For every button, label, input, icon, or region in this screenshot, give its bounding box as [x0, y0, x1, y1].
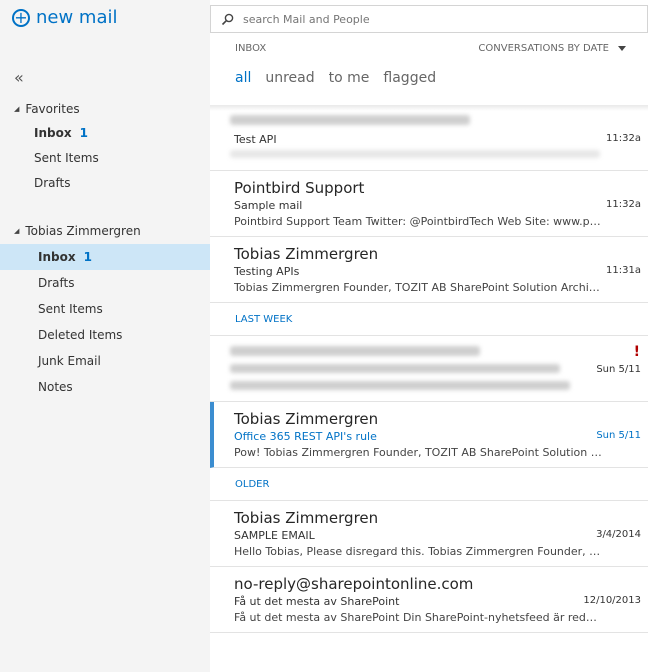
filter-unread[interactable]: unread [265, 70, 314, 86]
folder-label: Deleted Items [38, 328, 123, 342]
favorites-item-drafts[interactable]: Drafts [0, 170, 210, 196]
plus-circle-icon: + [12, 8, 30, 27]
message-preview: Tobias Zimmergren Founder, TOZIT AB Shar… [234, 281, 602, 294]
message-time: 11:32a [606, 133, 641, 144]
message-preview: Pow! Tobias Zimmergren Founder, TOZIT AB… [234, 446, 602, 459]
message-item-selected[interactable]: Tobias Zimmergren Office 365 REST API's … [210, 402, 648, 468]
importance-icon: ! [633, 344, 640, 360]
message-item[interactable]: Tobias Zimmergren SAMPLE EMAIL 3/4/2014 … [210, 501, 648, 567]
account-header[interactable]: ◢ Tobias Zimmergren [14, 224, 141, 238]
folder-label: Drafts [38, 276, 75, 290]
message-sender: Tobias Zimmergren [234, 245, 379, 263]
message-subject: Test API [234, 133, 277, 146]
collapse-pane-icon[interactable]: « [14, 68, 24, 87]
message-time: Sun 5/11 [596, 430, 641, 441]
sort-dropdown[interactable]: CONVERSATIONS BY DATE [478, 43, 626, 54]
folder-label: Drafts [34, 176, 71, 190]
chevron-down-icon [618, 46, 626, 51]
redacted-subject [230, 364, 560, 373]
message-item[interactable]: ! Sun 5/11 [210, 336, 648, 402]
message-subject: Office 365 REST API's rule [234, 430, 377, 443]
folder-item-drafts[interactable]: Drafts [0, 270, 210, 296]
message-preview: Få ut det mesta av SharePoint Din ShareP… [234, 611, 602, 624]
message-preview: Pointbird Support Team Twitter: @Pointbi… [234, 215, 602, 228]
favorites-label: Favorites [25, 102, 80, 116]
message-sender: no-reply@sharepointonline.com [234, 575, 474, 593]
search-icon[interactable] [221, 13, 241, 26]
section-header-older: OLDER [210, 468, 648, 501]
redacted-preview [230, 150, 600, 158]
folder-label: Sent Items [34, 151, 99, 165]
message-item[interactable]: Pointbird Support Sample mail 11:32a Poi… [210, 171, 648, 237]
message-preview: Hello Tobias, Please disregard this. Tob… [234, 545, 602, 558]
message-list: Test API 11:32a Pointbird Support Sample… [210, 105, 648, 633]
message-time: 3/4/2014 [596, 529, 641, 540]
folder-label: Notes [38, 380, 73, 394]
message-item[interactable]: Test API 11:32a [210, 105, 648, 171]
folder-label: Sent Items [38, 302, 103, 316]
folder-item-junk-email[interactable]: Junk Email [0, 348, 210, 374]
expand-triangle-icon: ◢ [14, 227, 20, 235]
folder-title: INBOX [235, 43, 267, 54]
message-time: 11:31a [606, 265, 641, 276]
expand-triangle-icon: ◢ [14, 105, 20, 113]
message-time: 11:32a [606, 199, 641, 210]
folder-item-deleted-items[interactable]: Deleted Items [0, 322, 210, 348]
sort-label: CONVERSATIONS BY DATE [478, 43, 609, 54]
folder-label: Inbox [38, 250, 76, 264]
message-time: 12/10/2013 [583, 595, 641, 606]
folder-item-notes[interactable]: Notes [0, 374, 210, 400]
folder-label: Junk Email [38, 354, 101, 368]
folder-label: Inbox [34, 126, 72, 140]
redacted-sender [230, 115, 470, 125]
section-header-last-week: LAST WEEK [210, 303, 648, 336]
favorites-item-inbox[interactable]: Inbox 1 [0, 120, 210, 146]
message-item[interactable]: Tobias Zimmergren Testing APIs 11:31a To… [210, 237, 648, 303]
search-input[interactable] [241, 11, 625, 27]
folder-item-sent-items[interactable]: Sent Items [0, 296, 210, 322]
filter-tabs: all unread to me flagged [235, 70, 450, 86]
folder-pane: + new mail « ◢ Favorites Inbox 1 Sent Ite… [0, 0, 210, 672]
message-subject: SAMPLE EMAIL [234, 529, 315, 542]
search-box[interactable] [210, 5, 648, 33]
redacted-preview [230, 381, 570, 390]
message-sender: Tobias Zimmergren [234, 410, 379, 428]
new-mail-button[interactable]: + new mail [12, 7, 118, 28]
message-list-pane: INBOX CONVERSATIONS BY DATE all unread t… [210, 0, 658, 672]
message-sender: Pointbird Support [234, 179, 365, 197]
account-label: Tobias Zimmergren [25, 224, 141, 238]
filter-flagged[interactable]: flagged [383, 70, 436, 86]
message-subject: Få ut det mesta av SharePoint [234, 595, 400, 608]
favorites-item-sent-items[interactable]: Sent Items [0, 145, 210, 171]
message-sender: Tobias Zimmergren [234, 509, 379, 527]
folder-item-inbox[interactable]: Inbox 1 [0, 244, 210, 270]
redacted-sender [230, 346, 480, 356]
filter-to-me[interactable]: to me [329, 70, 370, 86]
unread-count: 1 [79, 126, 88, 140]
message-subject: Sample mail [234, 199, 303, 212]
new-mail-label: new mail [36, 7, 118, 28]
message-time: Sun 5/11 [596, 364, 641, 375]
favorites-header[interactable]: ◢ Favorites [14, 102, 80, 116]
message-item[interactable]: no-reply@sharepointonline.com Få ut det … [210, 567, 648, 633]
message-subject: Testing APIs [234, 265, 300, 278]
unread-count: 1 [83, 250, 92, 264]
filter-all[interactable]: all [235, 70, 251, 86]
